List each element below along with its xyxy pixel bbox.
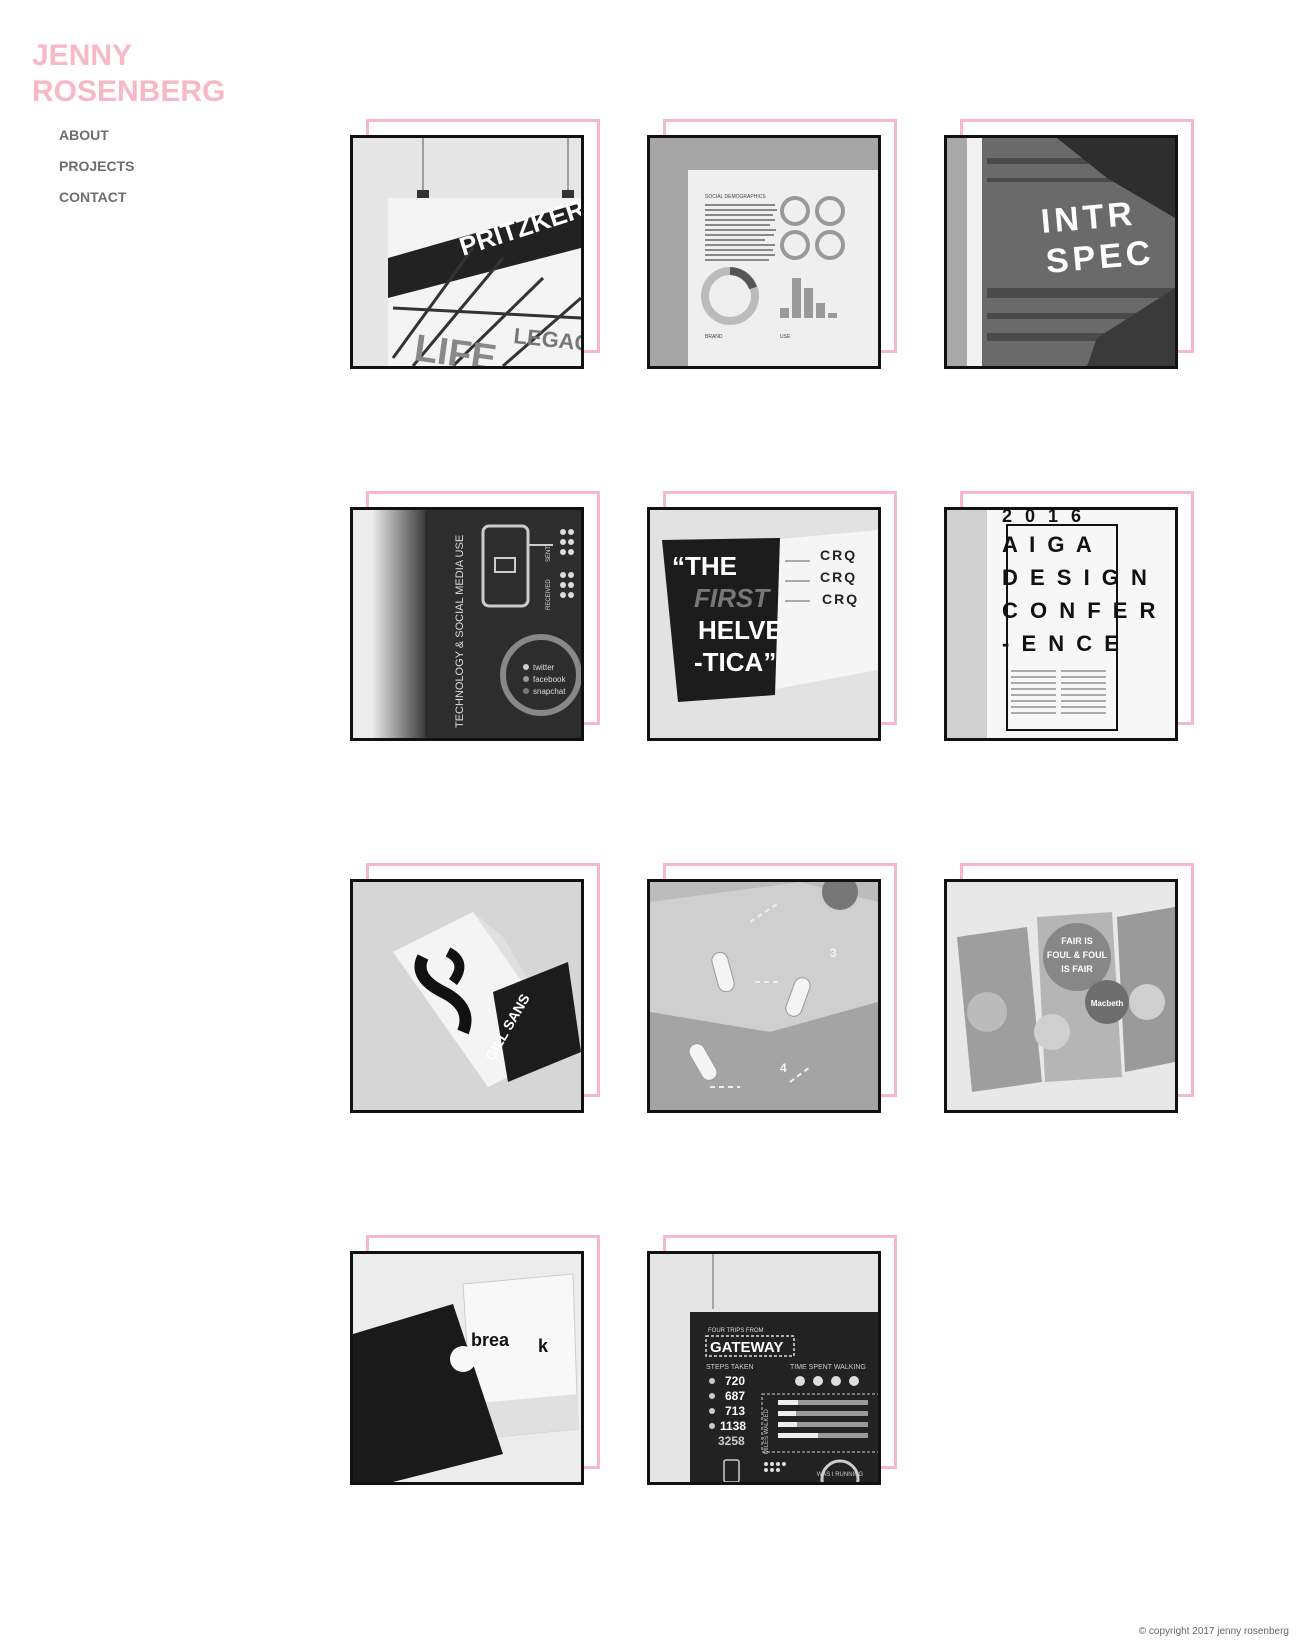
project-thumbnail[interactable]: 2 0 1 6 A I G A D E S I G N C O N F E R … bbox=[944, 507, 1178, 741]
first-text: FIRST bbox=[694, 583, 771, 613]
the-text: “THE bbox=[672, 551, 737, 581]
brand-heading: BRAND bbox=[705, 334, 723, 340]
crq-text-2: CRQ bbox=[820, 569, 857, 585]
macbeth-text: Macbeth bbox=[1091, 999, 1124, 1008]
project-thumbnail[interactable]: TECHNOLOGY & SOCIAL MEDIA USE SENT RECEI… bbox=[350, 507, 584, 741]
gateway-title: GATEWAY bbox=[710, 1339, 783, 1356]
ence-text: - E N C E bbox=[1002, 631, 1122, 656]
twitter-label: twitter bbox=[533, 663, 555, 672]
project-thumbnail[interactable]: INTR SPEC bbox=[944, 135, 1178, 369]
fair-is-text: FAIR IS bbox=[1061, 936, 1093, 946]
steps-687: 687 bbox=[725, 1389, 745, 1403]
brea-text: brea bbox=[471, 1330, 510, 1350]
year-text: 2 0 1 6 bbox=[1002, 510, 1085, 526]
aiga-text: A I G A bbox=[1002, 532, 1095, 557]
foul-and-foul-text: FOUL & FOUL bbox=[1047, 950, 1108, 960]
project-tile-gill-sans[interactable]: GILL SANS bbox=[350, 863, 600, 1129]
step-three-label: 3 bbox=[830, 946, 837, 960]
confer-text: C O N F E R bbox=[1002, 598, 1158, 623]
snapchat-label: snapchat bbox=[533, 687, 566, 696]
nav-about-link[interactable]: ABOUT bbox=[59, 128, 134, 143]
project-tile-break[interactable]: brea k bbox=[350, 1235, 600, 1501]
project-thumbnail[interactable]: SOCIAL DEMOGRAPHICS BRAND USE bbox=[647, 135, 881, 369]
project-tile-gateway[interactable]: FOUR TRIPS FROM GATEWAY STEPS TAKEN TIME… bbox=[647, 1235, 897, 1501]
project-tile-social-media[interactable]: TECHNOLOGY & SOCIAL MEDIA USE SENT RECEI… bbox=[350, 491, 600, 757]
facebook-label: facebook bbox=[533, 675, 566, 684]
steps-taken-label: STEPS TAKEN bbox=[706, 1364, 754, 1371]
tica-text: -TICA” bbox=[694, 647, 776, 677]
nav-contact-link[interactable]: CONTACT bbox=[59, 190, 134, 205]
project-tile-macbeth[interactable]: FAIR IS FOUL & FOUL IS FAIR Macbeth bbox=[944, 863, 1194, 1129]
was-i-running-label: WAS I RUNNING bbox=[817, 1472, 864, 1478]
project-tile-aiga[interactable]: 2 0 1 6 A I G A D E S I G N C O N F E R … bbox=[944, 491, 1194, 757]
design-text: D E S I G N bbox=[1002, 565, 1150, 590]
logo-last-name: ROSENBERG bbox=[32, 75, 226, 108]
is-fair-text: IS FAIR bbox=[1061, 964, 1093, 974]
project-thumbnail[interactable]: PRITZKER LIFE LEGACY bbox=[350, 135, 584, 369]
project-thumbnail[interactable]: FOUR TRIPS FROM GATEWAY STEPS TAKEN TIME… bbox=[647, 1251, 881, 1485]
copyright-text: © copyright 2017 jenny rosenberg bbox=[1138, 1626, 1289, 1637]
project-tile-infographic[interactable]: SOCIAL DEMOGRAPHICS BRAND USE bbox=[647, 119, 897, 385]
project-tile-pritzker[interactable]: PRITZKER LIFE LEGACY bbox=[350, 119, 600, 385]
logo-first-name: JENNY bbox=[32, 39, 133, 72]
steps-1138: 1138 bbox=[720, 1419, 746, 1433]
nav-projects-link[interactable]: PROJECTS bbox=[59, 159, 134, 174]
demographics-heading: SOCIAL DEMOGRAPHICS bbox=[705, 194, 766, 200]
miles-walked-label: MILES WALKED bbox=[764, 1409, 770, 1454]
crq-text-3: CRQ bbox=[822, 591, 859, 607]
crq-text-1: CRQ bbox=[820, 547, 857, 563]
social-media-title: TECHNOLOGY & SOCIAL MEDIA USE bbox=[454, 535, 466, 728]
sent-label: SENT bbox=[546, 546, 552, 562]
project-tile-helvetica[interactable]: “THE FIRST HELVE -TICA” CRQ CRQ CRQ bbox=[647, 491, 897, 757]
four-trips-text: FOUR TRIPS FROM bbox=[708, 1328, 764, 1334]
k-text: k bbox=[538, 1336, 549, 1356]
site-logo[interactable]: JENNY ROSENBERG bbox=[32, 38, 225, 110]
helve-text: HELVE bbox=[698, 615, 783, 645]
project-thumbnail[interactable]: 3 4 bbox=[647, 879, 881, 1113]
project-thumbnail[interactable]: GILL SANS bbox=[350, 879, 584, 1113]
main-nav: ABOUT PROJECTS CONTACT bbox=[59, 128, 134, 221]
received-label: RECEIVED bbox=[546, 579, 552, 610]
steps-total-3258: 3258 bbox=[718, 1434, 745, 1448]
project-thumbnail[interactable]: brea k bbox=[350, 1251, 584, 1485]
time-walking-label: TIME SPENT WALKING bbox=[790, 1364, 866, 1371]
step-four-label: 4 bbox=[780, 1061, 787, 1075]
project-thumbnail[interactable]: “THE FIRST HELVE -TICA” CRQ CRQ CRQ bbox=[647, 507, 881, 741]
use-heading: USE bbox=[780, 334, 791, 340]
steps-713: 713 bbox=[725, 1404, 745, 1418]
steps-720: 720 bbox=[725, 1374, 745, 1388]
project-tile-folded-map[interactable]: 3 4 bbox=[647, 863, 897, 1129]
project-tile-spec[interactable]: INTR SPEC bbox=[944, 119, 1194, 385]
project-thumbnail[interactable]: FAIR IS FOUL & FOUL IS FAIR Macbeth bbox=[944, 879, 1178, 1113]
